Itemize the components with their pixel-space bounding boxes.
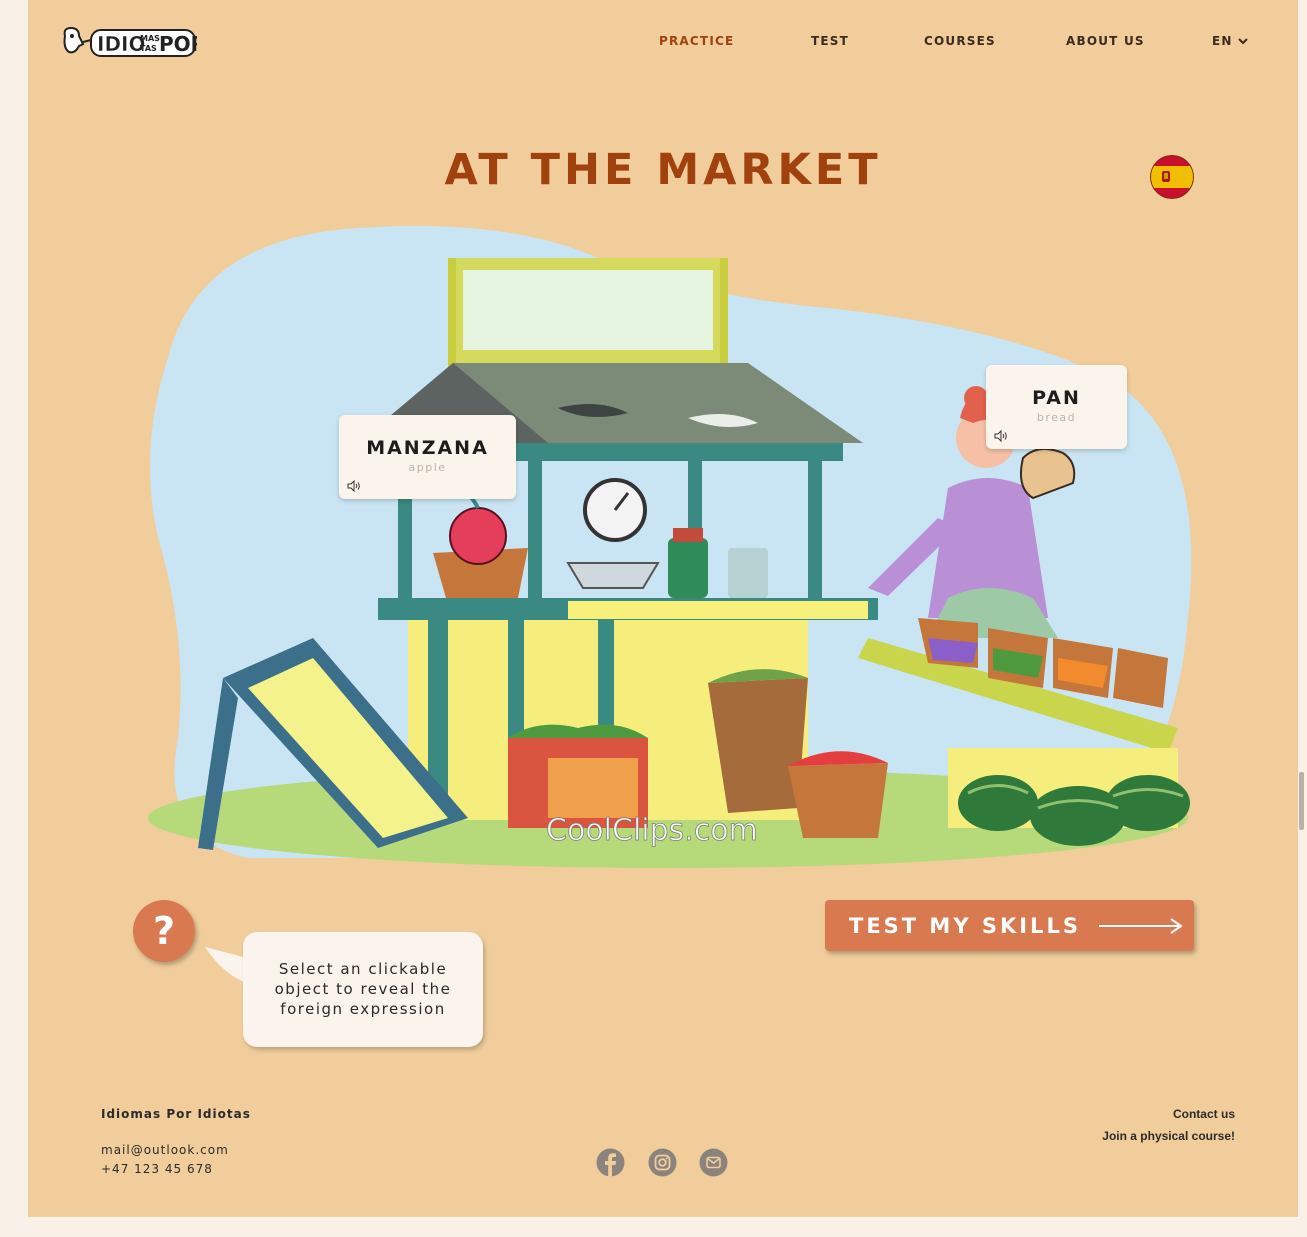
help-text-line: foreign expression: [280, 1000, 446, 1018]
svg-text:IDIO: IDIO: [97, 32, 146, 56]
scrollbar-thumb[interactable]: [1299, 772, 1304, 830]
question-mark-icon: ?: [152, 909, 176, 953]
sound-icon[interactable]: [347, 480, 361, 492]
svg-text:MAS: MAS: [140, 34, 160, 43]
watermark-text: CoolClips.com: [546, 813, 758, 848]
vocab-card-pan[interactable]: PAN bread: [986, 365, 1127, 449]
site-logo[interactable]: IDIO MAS TAS POR: [61, 22, 197, 60]
instagram-icon[interactable]: [648, 1148, 677, 1177]
join-course-link[interactable]: Join a physical course!: [1102, 1129, 1235, 1143]
footer-email[interactable]: mail@outlook.com: [101, 1143, 229, 1157]
chevron-down-icon: [1237, 38, 1248, 45]
arrow-right-icon: [1098, 917, 1183, 934]
page-title: AT THE MARKET: [444, 145, 882, 195]
test-my-skills-button[interactable]: TEST MY SKILLS: [825, 900, 1194, 951]
contact-us-link[interactable]: Contact us: [1173, 1107, 1235, 1121]
svg-text:TAS: TAS: [140, 44, 157, 53]
page: IDIO MAS TAS POR PRACTICE TEST COURSES A…: [28, 0, 1298, 1217]
language-label: EN: [1212, 34, 1233, 48]
vocab-translation: bread: [1036, 411, 1077, 424]
svg-text:POR: POR: [159, 32, 197, 56]
help-text-line: object to reveal the: [274, 980, 452, 998]
footer-phone[interactable]: +47 123 45 678: [101, 1162, 213, 1176]
help-tooltip: Select an clickable object to reveal the…: [243, 932, 483, 1047]
help-button[interactable]: ?: [133, 900, 195, 962]
help-text-line: Select an clickable: [278, 960, 448, 978]
nav-test[interactable]: TEST: [811, 34, 849, 48]
nav-about-us[interactable]: ABOUT US: [1066, 34, 1145, 48]
nav-courses[interactable]: COURSES: [924, 34, 996, 48]
footer-brand: Idiomas Por Idiotas: [101, 1107, 251, 1121]
market-scene-illustration: CoolClips.com: [148, 226, 1192, 868]
vocab-word: PAN: [1032, 387, 1081, 409]
vocab-card-manzana[interactable]: MANZANA apple: [339, 415, 516, 499]
cta-label: TEST MY SKILLS: [849, 913, 1081, 938]
language-selector[interactable]: EN: [1212, 34, 1249, 48]
vocab-word: MANZANA: [366, 437, 489, 459]
spain-flag-icon[interactable]: [1150, 155, 1194, 199]
nav-practice[interactable]: PRACTICE: [659, 34, 734, 48]
vocab-translation: apple: [408, 461, 447, 474]
facebook-icon[interactable]: [596, 1148, 625, 1177]
mail-icon[interactable]: [699, 1148, 728, 1177]
sound-icon[interactable]: [994, 430, 1008, 442]
